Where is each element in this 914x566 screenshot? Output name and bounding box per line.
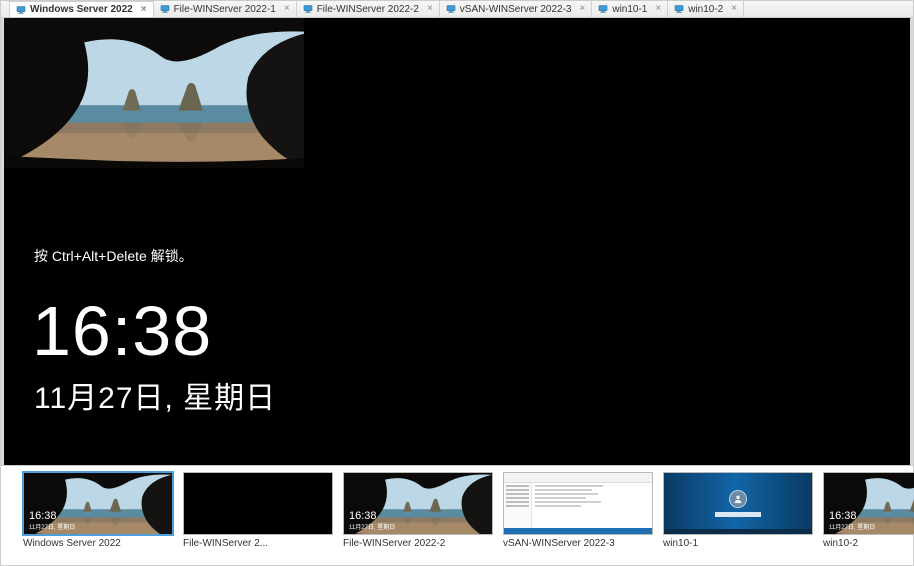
thumbnail-time: 16:38 <box>349 511 377 522</box>
close-icon[interactable]: × <box>580 4 586 14</box>
close-icon[interactable]: × <box>655 4 661 14</box>
tab-label: win10-1 <box>612 4 647 15</box>
thumbnail-date: 11月27日, 星期日 <box>29 522 75 531</box>
close-icon[interactable]: × <box>284 4 290 14</box>
thumbnail-label: win10-1 <box>663 538 813 549</box>
thumbnail-strip: 16:38 11月27日, 星期日 Windows Server 2022 Fi… <box>1 465 913 565</box>
tab-label: win10-2 <box>688 4 723 15</box>
tab-file-winserver-2022-2[interactable]: File-WINServer 2022-2 × <box>297 1 440 17</box>
thumbnail-file-winserver-2022-1[interactable]: File-WINServer 2... <box>183 472 333 549</box>
tab-label: File-WINServer 2022-2 <box>317 4 419 15</box>
tab-vsan-winserver-2022-3[interactable]: vSAN-WINServer 2022-3 × <box>440 1 593 17</box>
tab-label: vSAN-WINServer 2022-3 <box>460 4 572 15</box>
thumbnail-time: 16:38 <box>829 511 857 522</box>
thumbnail-label: vSAN-WINServer 2022-3 <box>503 538 653 549</box>
thumbnail-win10-2[interactable]: 16:38 11月27日, 星期日 win10-2 <box>823 472 914 549</box>
unlock-prompt: 按 Ctrl+Alt+Delete 解锁。 <box>34 246 193 266</box>
tab-windows-server-2022[interactable]: Windows Server 2022 × <box>9 1 154 17</box>
thumbnail-vsan-winserver-2022-3[interactable]: vSAN-WINServer 2022-3 <box>503 472 653 549</box>
thumbnail-label: File-WINServer 2022-2 <box>343 538 493 549</box>
monitor-icon <box>598 5 608 13</box>
thumbnail-label: Windows Server 2022 <box>23 538 173 549</box>
lock-screen-wallpaper <box>4 18 304 168</box>
close-icon[interactable]: × <box>427 4 433 14</box>
avatar-icon <box>729 490 747 508</box>
tab-win10-2[interactable]: win10-2 × <box>668 1 744 17</box>
lock-screen-date: 11月27日, 星期日 <box>34 373 276 417</box>
thumbnail-windows-server-2022[interactable]: 16:38 11月27日, 星期日 Windows Server 2022 <box>23 472 173 549</box>
tab-label: File-WINServer 2022-1 <box>174 4 276 15</box>
thumbnail-win10-1[interactable]: win10-1 <box>663 472 813 549</box>
close-icon[interactable]: × <box>731 4 737 14</box>
thumbnail-file-winserver-2022-2[interactable]: 16:38 11月27日, 星期日 File-WINServer 2022-2 <box>343 472 493 549</box>
thumbnail-preview <box>503 472 653 535</box>
thumbnail-label: win10-2 <box>823 538 914 549</box>
monitor-icon <box>160 5 170 13</box>
thumbnail-preview <box>663 472 813 535</box>
thumbnail-date: 11月27日, 星期日 <box>349 522 395 531</box>
monitor-icon <box>16 6 26 14</box>
monitor-icon <box>674 5 684 13</box>
vm-display[interactable]: 按 Ctrl+Alt+Delete 解锁。 16:38 11月27日, 星期日 <box>1 18 913 465</box>
tab-strip: Windows Server 2022 × File-WINServer 202… <box>1 1 913 18</box>
tab-label: Windows Server 2022 <box>30 4 133 15</box>
tab-win10-1[interactable]: win10-1 × <box>592 1 668 17</box>
thumbnail-preview <box>183 472 333 535</box>
close-icon[interactable]: × <box>141 5 147 15</box>
thumbnail-time: 16:38 <box>29 511 57 522</box>
tab-file-winserver-2022-1[interactable]: File-WINServer 2022-1 × <box>154 1 297 17</box>
monitor-icon <box>446 5 456 13</box>
thumbnail-date: 11月27日, 星期日 <box>829 522 875 531</box>
vm-console-window: Windows Server 2022 × File-WINServer 202… <box>0 0 914 566</box>
thumbnail-label: File-WINServer 2... <box>183 538 333 549</box>
monitor-icon <box>303 5 313 13</box>
lock-screen-time: 16:38 <box>32 296 212 366</box>
